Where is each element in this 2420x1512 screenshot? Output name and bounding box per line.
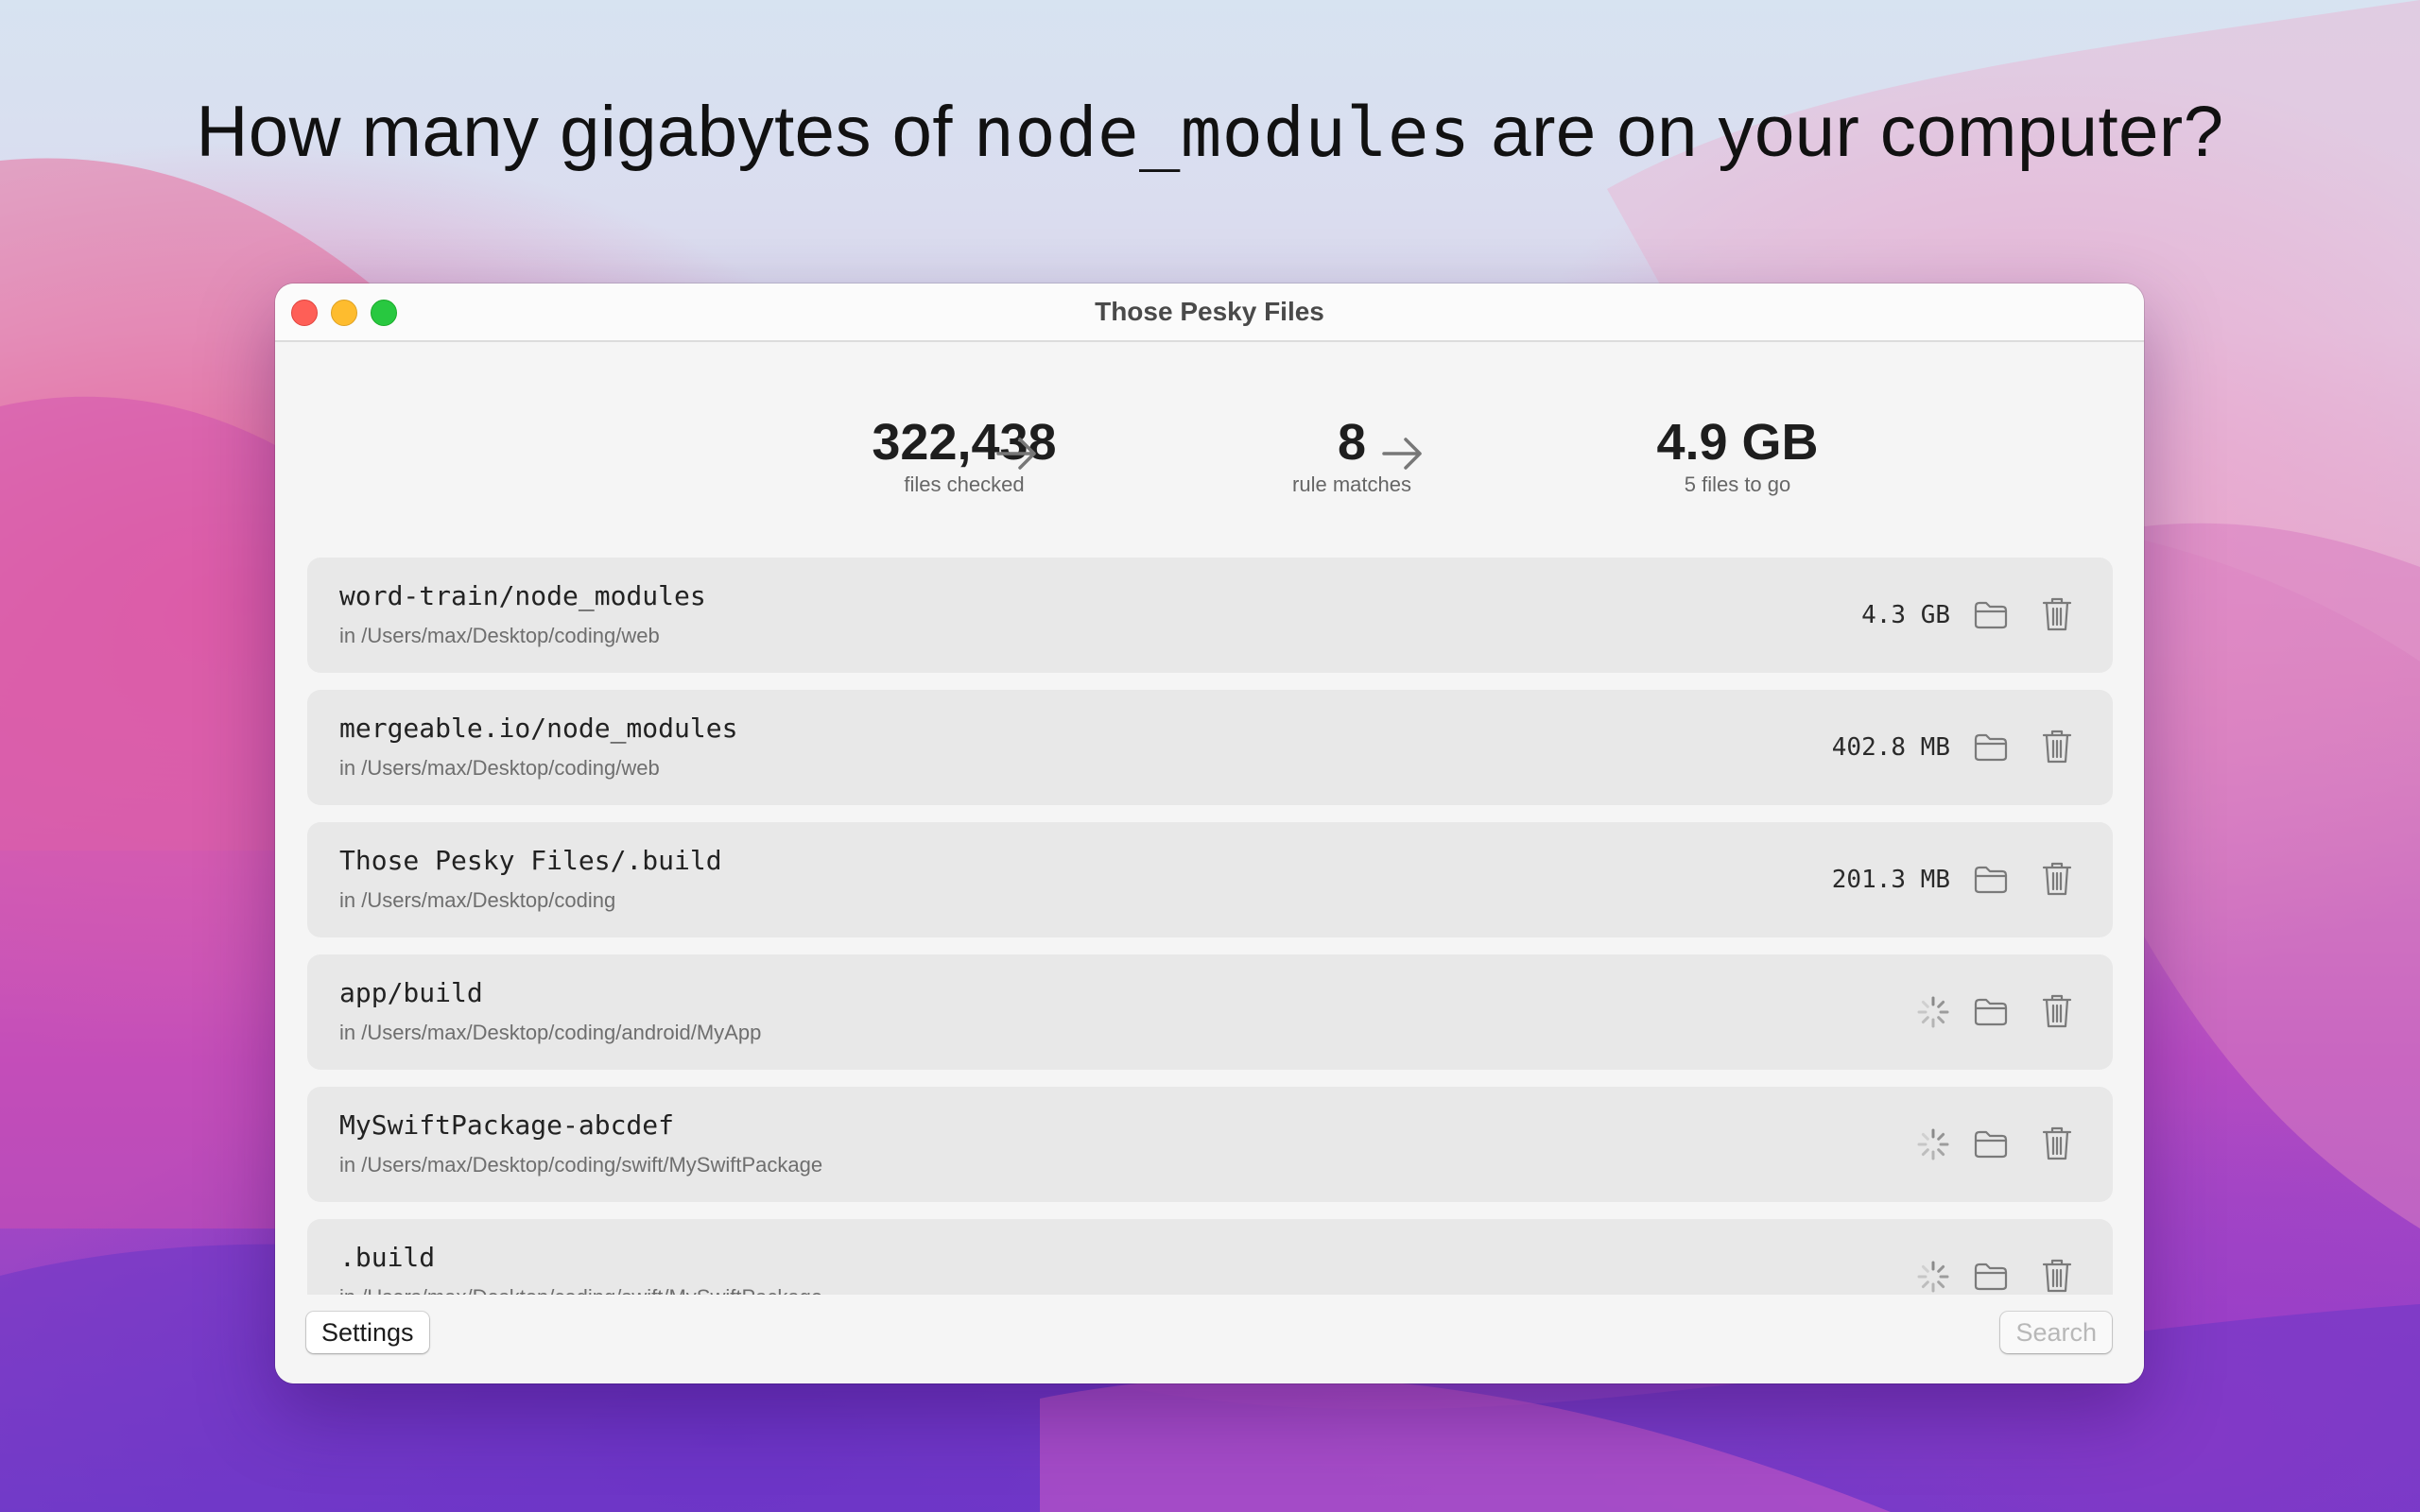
window-title: Those Pesky Files [1095, 297, 1324, 326]
stat-label: files checked [904, 472, 1025, 496]
trash-icon[interactable] [2041, 1257, 2073, 1295]
stat-label: rule matches [1292, 472, 1411, 496]
arrow-right-icon [1382, 438, 1422, 470]
footer-bar: Settings Search [275, 1295, 2144, 1383]
item-name: Those Pesky Files/.build [339, 845, 722, 876]
app-window: Those Pesky Files 322,438 files checked … [275, 284, 2144, 1383]
spinner-icon [1917, 1128, 1949, 1160]
headline: How many gigabytes of node_modules are o… [0, 91, 2420, 173]
stat-label: 5 files to go [1684, 472, 1791, 496]
item-size: 4.3 GB [1861, 601, 1950, 629]
item-name: .build [339, 1242, 436, 1273]
item-path: in /Users/max/Desktop/coding/swift/MySwi… [339, 1285, 822, 1295]
item-size: 201.3 MB [1831, 866, 1950, 894]
folder-icon[interactable] [1973, 730, 2009, 765]
list-item: app/build in /Users/max/Desktop/coding/a… [307, 954, 2113, 1070]
settings-button[interactable]: Settings [306, 1312, 429, 1353]
trash-icon[interactable] [2041, 992, 2073, 1030]
headline-text-after: are on your computer? [1470, 92, 2224, 172]
headline-code: node_modules [973, 93, 1471, 172]
folder-icon[interactable] [1973, 1260, 2009, 1294]
stat-total-size: 4.9 GB 5 files to go [1596, 414, 1879, 497]
arrow-right-icon [996, 438, 1036, 470]
results-list[interactable]: word-train/node_modules in /Users/max/De… [307, 558, 2113, 1295]
item-name: app/build [339, 977, 483, 1008]
item-path: in /Users/max/Desktop/coding/web [339, 624, 660, 647]
stat-files-checked: 322,438 files checked [822, 414, 1106, 497]
item-name: MySwiftPackage-abcdef [339, 1109, 675, 1141]
folder-icon[interactable] [1973, 863, 2009, 897]
spinner-icon [1917, 1261, 1949, 1293]
item-path: in /Users/max/Desktop/coding [339, 888, 616, 912]
trash-icon[interactable] [2041, 1125, 2073, 1162]
item-path: in /Users/max/Desktop/coding/android/MyA… [339, 1021, 762, 1044]
item-name: word-train/node_modules [339, 580, 706, 611]
trash-icon[interactable] [2041, 860, 2073, 898]
trash-icon[interactable] [2041, 728, 2073, 765]
headline-text-before: How many gigabytes of [196, 92, 974, 172]
list-item: Those Pesky Files/.build in /Users/max/D… [307, 822, 2113, 937]
list-item: mergeable.io/node_modules in /Users/max/… [307, 690, 2113, 805]
list-item: MySwiftPackage-abcdef in /Users/max/Desk… [307, 1087, 2113, 1202]
folder-icon[interactable] [1973, 598, 2009, 632]
item-name: mergeable.io/node_modules [339, 713, 738, 744]
stats-bar: 322,438 files checked 8 rule matches 4.9… [275, 414, 2144, 508]
item-path: in /Users/max/Desktop/coding/web [339, 756, 660, 780]
list-item: word-train/node_modules in /Users/max/De… [307, 558, 2113, 673]
stat-value: 322,438 [872, 414, 1057, 471]
folder-icon[interactable] [1973, 995, 2009, 1029]
stat-value: 4.9 GB [1656, 414, 1819, 471]
item-size: 402.8 MB [1831, 733, 1950, 762]
stat-rule-matches: 8 rule matches [1210, 414, 1494, 497]
spinner-icon [1917, 996, 1949, 1028]
item-path: in /Users/max/Desktop/coding/swift/MySwi… [339, 1153, 823, 1177]
stat-value: 8 [1337, 414, 1367, 471]
title-bar[interactable]: Those Pesky Files [275, 284, 2144, 342]
folder-icon[interactable] [1973, 1127, 2009, 1161]
list-item: .build in /Users/max/Desktop/coding/swif… [307, 1219, 2113, 1295]
search-button[interactable]: Search [2000, 1312, 2112, 1353]
trash-icon[interactable] [2041, 595, 2073, 633]
